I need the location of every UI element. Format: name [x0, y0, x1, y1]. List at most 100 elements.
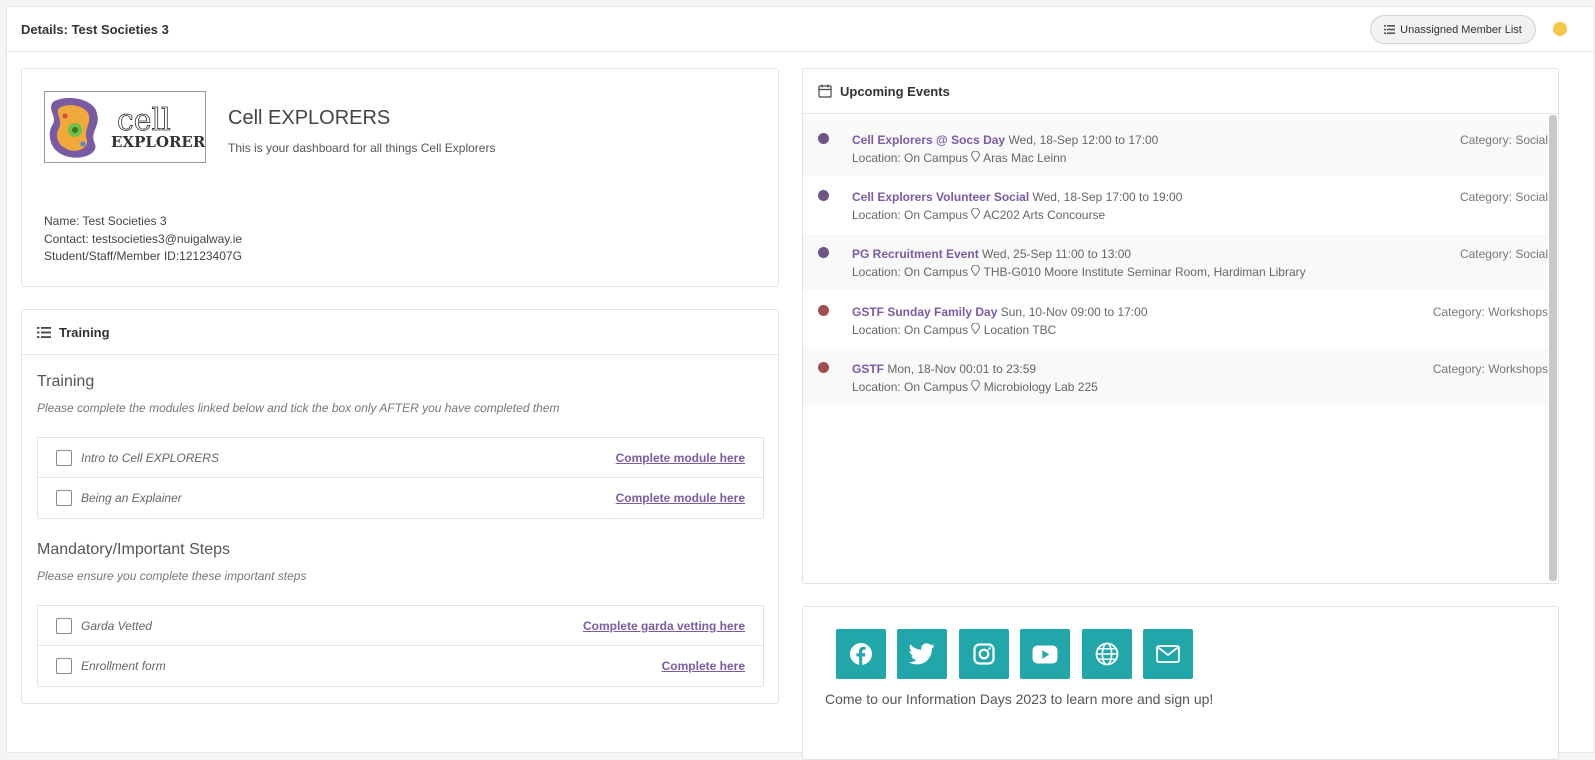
event-name[interactable]: Cell Explorers @ Socs Day: [852, 133, 1005, 147]
list-item: Garda Vetted Complete garda vetting here: [38, 606, 763, 646]
event-name[interactable]: GSTF Sunday Family Day: [852, 305, 997, 319]
event-location: Location: On Campus: [852, 151, 969, 165]
event-datetime: Sun, 10-Nov 09:00 to 17:00: [1000, 305, 1148, 319]
organisation-subtitle: This is your dashboard for all things Ce…: [228, 141, 496, 155]
youtube-icon: [1032, 645, 1058, 663]
instagram-button[interactable]: [959, 629, 1009, 679]
upcoming-events-card: Upcoming Events Cell Explorers @ Socs Da…: [802, 68, 1559, 584]
events-card-title: Upcoming Events: [840, 83, 950, 99]
event-venue: THB-G010 Moore Institute Seminar Room, H…: [983, 265, 1306, 279]
event-datetime: Wed, 25-Sep 11:00 to 13:00: [982, 247, 1132, 261]
email-button[interactable]: [1143, 629, 1193, 679]
event-location: Location: On Campus: [852, 208, 969, 222]
status-indicator: [1553, 22, 1567, 36]
event-venue: Aras Mac Leinn: [983, 151, 1067, 165]
event-venue: Location TBC: [983, 323, 1057, 337]
event-category: Category: Social: [1459, 247, 1548, 261]
module-label: Intro to Cell EXPLORERS: [81, 450, 220, 465]
event-category: Category: Social: [1459, 133, 1548, 147]
event-item[interactable]: PG Recruitment Event Wed, 25-Sep 11:00 t…: [803, 234, 1548, 290]
mandatory-section-note: Please ensure you complete these importa…: [37, 569, 307, 583]
training-card-header: Training: [22, 310, 778, 355]
event-color-dot: [818, 305, 829, 316]
event-venue: Microbiology Lab 225: [983, 380, 1098, 394]
module-checkbox[interactable]: [56, 490, 72, 506]
event-location: Location: On Campus: [852, 265, 969, 279]
complete-enrollment-link[interactable]: Complete here: [662, 659, 745, 673]
module-checkbox[interactable]: [56, 449, 72, 466]
events-card-header: Upcoming Events: [803, 69, 1558, 114]
module-list: Intro to Cell EXPLORERS Complete module …: [37, 437, 764, 519]
step-checkbox[interactable]: [56, 617, 72, 634]
event-datetime: Mon, 18-Nov 00:01 to 23:59: [887, 362, 1037, 376]
page-title: Details: Test Societies 3: [21, 22, 169, 37]
twitter-button[interactable]: [897, 629, 947, 679]
event-name[interactable]: PG Recruitment Event: [852, 247, 979, 261]
event-item[interactable]: Cell Explorers @ Socs Day Wed, 18-Sep 12…: [803, 120, 1548, 176]
mandatory-section-title: Mandatory/Important Steps: [37, 541, 230, 558]
training-section-title: Training: [37, 373, 95, 390]
event-color-dot: [818, 362, 829, 373]
top-bar: Details: Test Societies 3 Unassigned Mem…: [7, 7, 1594, 52]
unassigned-button-label: Unassigned Member List: [1400, 23, 1522, 36]
event-color-dot: [818, 133, 829, 144]
event-color-dot: [818, 190, 829, 201]
event-item[interactable]: GSTF Mon, 18-Nov 00:01 to 23:59 Location…: [803, 349, 1548, 405]
map-pin-icon: [971, 379, 981, 392]
events-scrollbar[interactable]: [1549, 115, 1557, 581]
event-name[interactable]: Cell Explorers Volunteer Social: [852, 190, 1029, 204]
list-icon: [1384, 25, 1396, 34]
organisation-name: Cell EXPLORERS: [228, 107, 391, 129]
step-label: Garda Vetted: [81, 618, 152, 633]
list-item: Being an Explainer Complete module here: [38, 478, 763, 518]
training-card: Training Training Please complete the mo…: [21, 309, 779, 704]
website-button[interactable]: [1082, 629, 1132, 679]
event-category: Category: Social: [1459, 190, 1548, 204]
unassigned-member-list-button[interactable]: Unassigned Member List: [1370, 15, 1536, 44]
member-name: Name: Test Societies 3: [44, 214, 167, 228]
event-name[interactable]: GSTF: [852, 362, 884, 376]
svg-text:EXPLORERS: EXPLORERS: [111, 133, 206, 151]
event-venue: AC202 Arts Concourse: [983, 208, 1106, 222]
event-datetime: Wed, 18-Sep 12:00 to 17:00: [1008, 133, 1159, 147]
information-days-tagline: Come to our Information Days 2023 to lea…: [825, 691, 1214, 707]
organisation-logo: cell EXPLORERS: [44, 91, 206, 163]
list-icon: [37, 326, 51, 338]
globe-icon: [1095, 642, 1119, 666]
event-datetime: Wed, 18-Sep 17:00 to 19:00: [1032, 190, 1183, 204]
step-checkbox[interactable]: [56, 658, 72, 674]
map-pin-icon: [971, 207, 981, 220]
complete-module-link[interactable]: Complete module here: [616, 451, 745, 465]
member-contact: Contact: testsocieties3@nuigalway.ie: [44, 231, 243, 246]
training-section-note: Please complete the modules linked below…: [37, 401, 560, 415]
instagram-icon: [973, 643, 995, 665]
twitter-icon: [909, 643, 935, 665]
map-pin-icon: [971, 264, 981, 277]
list-item: Intro to Cell EXPLORERS Complete module …: [38, 438, 763, 478]
event-location: Location: On Campus: [852, 323, 969, 337]
mail-icon: [1156, 645, 1180, 663]
member-id: Student/Staff/Member ID:12123407G: [44, 249, 242, 263]
step-label: Enrollment form: [81, 659, 166, 673]
social-links-card: Come to our Information Days 2023 to lea…: [802, 606, 1559, 760]
map-pin-icon: [971, 150, 981, 163]
page: Details: Test Societies 3 Unassigned Mem…: [6, 6, 1595, 760]
calendar-icon: [818, 84, 832, 98]
facebook-icon: [850, 643, 872, 665]
facebook-button[interactable]: [836, 629, 886, 679]
event-location: Location: On Campus: [852, 380, 969, 394]
complete-garda-vetting-link[interactable]: Complete garda vetting here: [583, 619, 745, 633]
youtube-button[interactable]: [1020, 629, 1070, 679]
module-label: Being an Explainer: [81, 491, 182, 505]
list-item: Enrollment form Complete here: [38, 646, 763, 686]
steps-list: Garda Vetted Complete garda vetting here…: [37, 605, 764, 687]
event-item[interactable]: Cell Explorers Volunteer Social Wed, 18-…: [803, 177, 1548, 233]
event-color-dot: [818, 247, 829, 258]
event-category: Category: Workshops: [1432, 305, 1548, 319]
event-category: Category: Workshops: [1432, 362, 1548, 376]
training-card-title: Training: [59, 324, 110, 340]
complete-module-link[interactable]: Complete module here: [616, 491, 745, 505]
member-info: Name: Test Societies 3 Contact: testsoci…: [44, 213, 242, 266]
event-item[interactable]: GSTF Sunday Family Day Sun, 10-Nov 09:00…: [803, 292, 1548, 348]
profile-card: cell EXPLORERS Cell EXPLORERS This is yo…: [21, 68, 779, 287]
